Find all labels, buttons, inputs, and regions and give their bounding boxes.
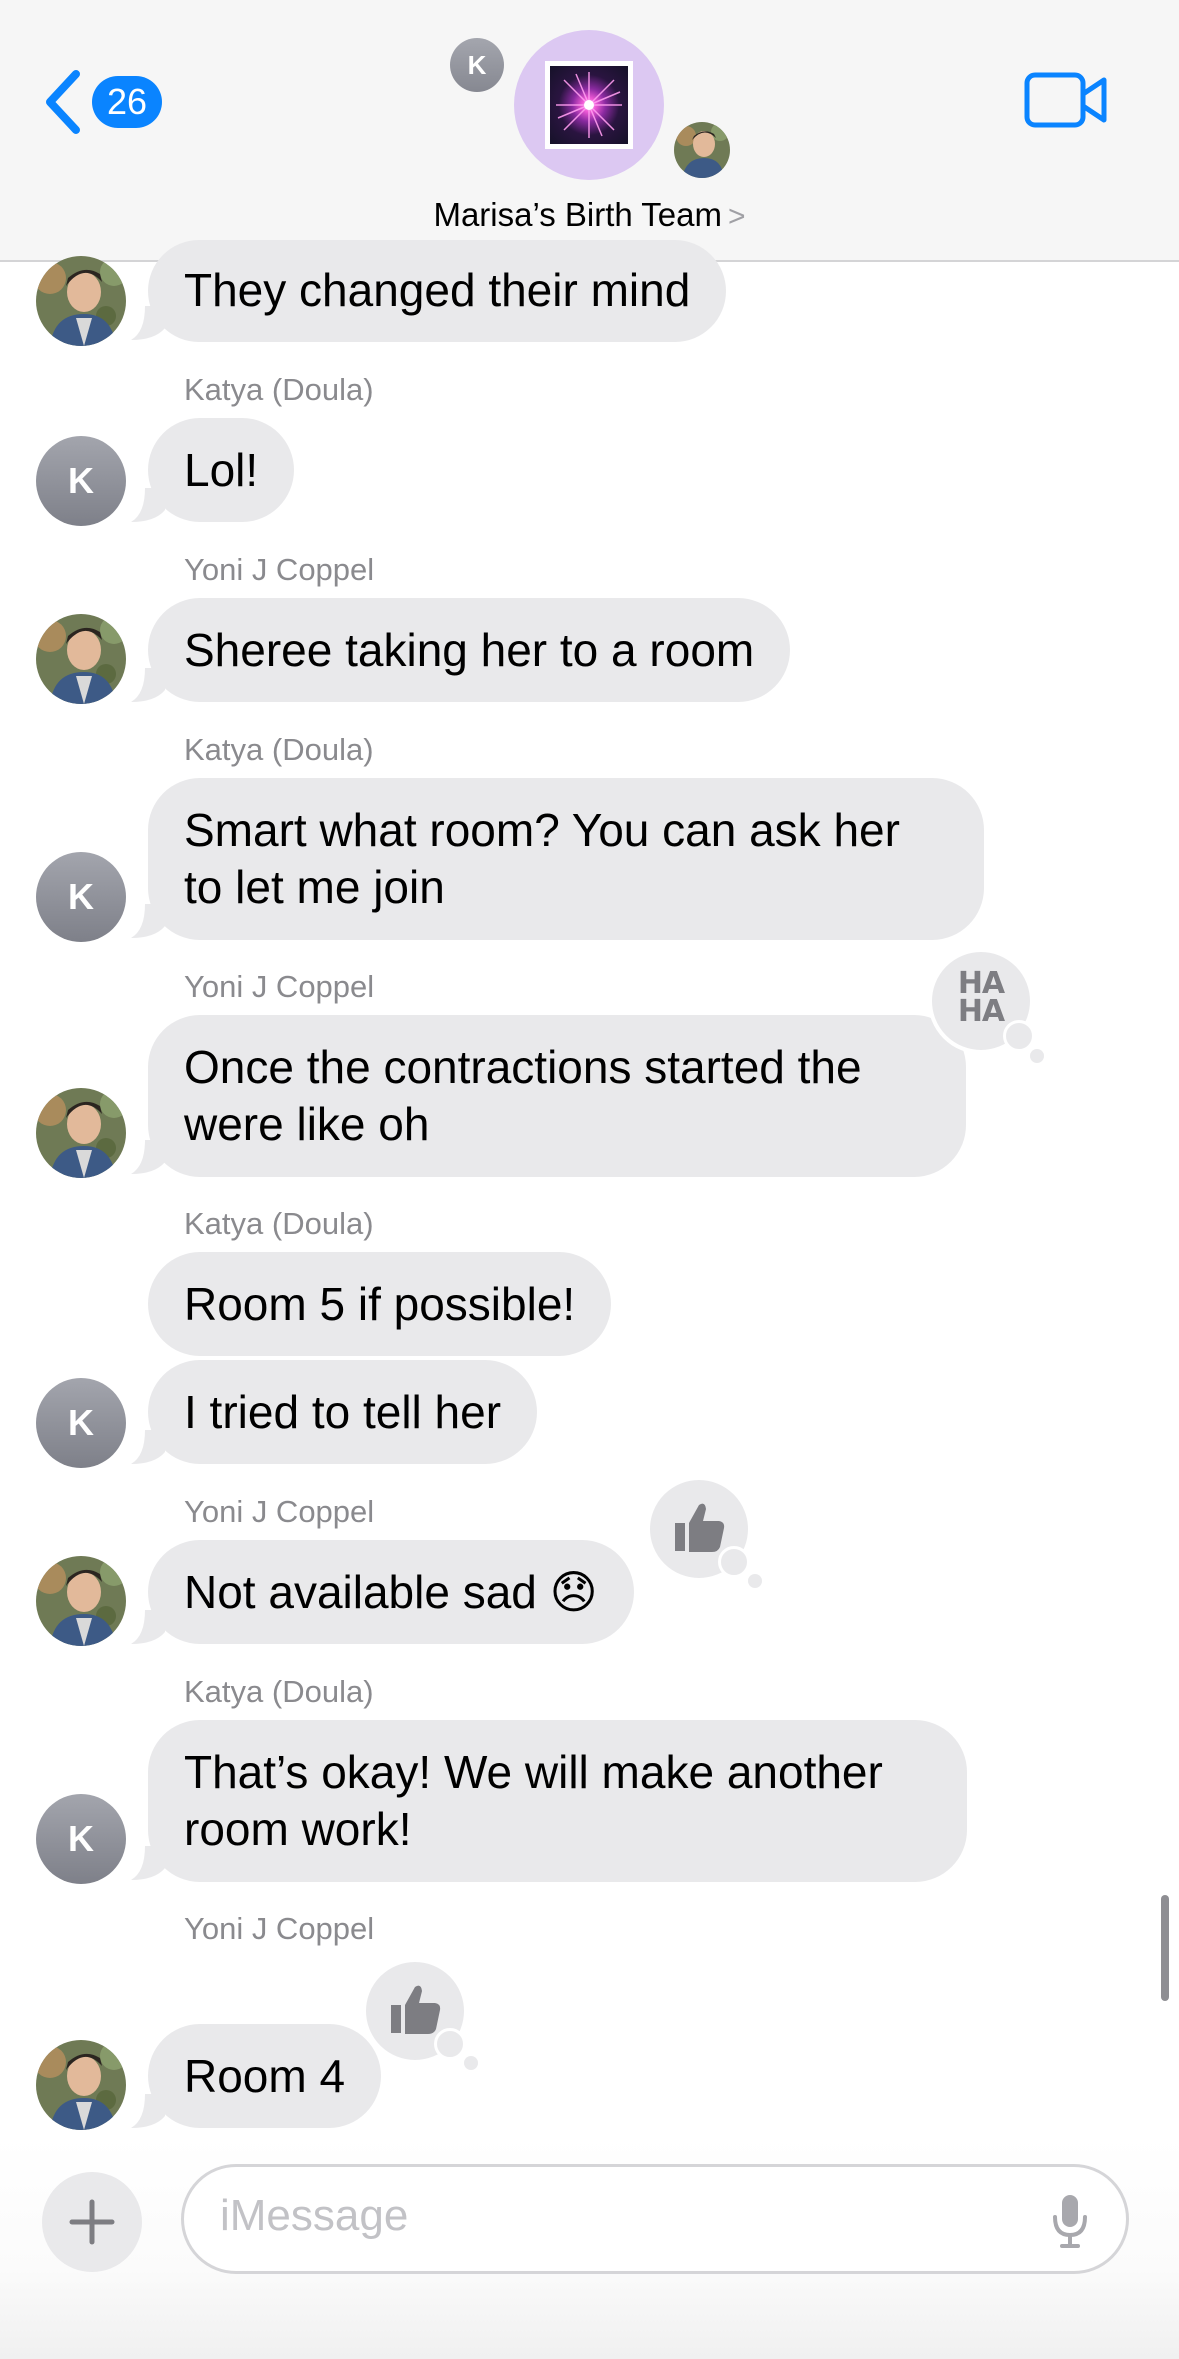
- sender-name: Yoni J Coppel: [184, 1911, 375, 1946]
- plus-icon: [69, 2199, 115, 2245]
- message-bubble[interactable]: That’s okay! We will make another room w…: [148, 1720, 967, 1882]
- message-bubble[interactable]: Room 5 if possible!: [148, 1252, 612, 1356]
- avatar-yoni[interactable]: [36, 1556, 126, 1646]
- thumbs-up-icon: [669, 1497, 729, 1557]
- avatar-katya[interactable]: K: [36, 1378, 126, 1468]
- message-bubble[interactable]: I tried to tell her: [148, 1360, 538, 1464]
- message-bubble[interactable]: Not available sad 😞: [148, 1540, 634, 1644]
- sender-name: Katya (Doula): [184, 1674, 374, 1709]
- sender-name: Katya (Doula): [184, 372, 374, 407]
- message-input[interactable]: iMessage: [181, 2164, 1129, 2274]
- sender-name: Yoni J Coppel: [184, 1494, 375, 1529]
- avatar-yoni[interactable]: [36, 614, 126, 704]
- video-camera-icon: [1024, 72, 1107, 128]
- unread-count-badge: 26: [92, 76, 162, 128]
- group-name[interactable]: Marisa’s Birth Team >: [0, 196, 1179, 234]
- chevron-left-icon: [46, 70, 80, 134]
- microphone-icon[interactable]: [1050, 2193, 1090, 2249]
- sender-name: Yoni J Coppel: [184, 969, 375, 1004]
- sender-name: Katya (Doula): [184, 1206, 374, 1241]
- avatar-katya[interactable]: K: [36, 436, 126, 526]
- group-photo: [545, 61, 633, 149]
- message-bubble[interactable]: Smart what room? You can ask her to let …: [148, 778, 984, 940]
- message-bubble[interactable]: Sheree taking her to a room: [148, 598, 791, 702]
- avatar-katya[interactable]: K: [36, 1794, 126, 1884]
- apps-button[interactable]: [42, 2172, 142, 2272]
- sender-name: Katya (Doula): [184, 732, 374, 767]
- video-call-button[interactable]: [1024, 70, 1108, 130]
- message-bubble[interactable]: Room 4: [148, 2024, 382, 2128]
- message-input-placeholder: iMessage: [220, 2191, 409, 2240]
- avatar-yoni[interactable]: [36, 2040, 126, 2130]
- scrollbar[interactable]: [1161, 1895, 1169, 2001]
- message-bubble[interactable]: Lol!: [148, 418, 295, 522]
- avatar-yoni[interactable]: [36, 1088, 126, 1178]
- avatar-katya[interactable]: K: [36, 852, 126, 942]
- member-avatar-photo: [672, 120, 732, 180]
- chevron-right-icon: >: [728, 200, 746, 233]
- conversation-header: 26 K Marisa’s Birth Team >: [0, 0, 1179, 262]
- back-button[interactable]: 26: [44, 66, 174, 138]
- avatar-yoni[interactable]: [36, 256, 126, 346]
- message-bubble[interactable]: They changed their mind: [148, 240, 727, 342]
- sender-name: Yoni J Coppel: [184, 552, 375, 587]
- compose-bar: iMessage: [0, 2136, 1179, 2359]
- group-avatar[interactable]: [514, 30, 664, 180]
- member-avatar-k: K: [450, 38, 504, 92]
- thumbs-up-icon: [385, 1979, 445, 2039]
- haha-icon: HA HA: [957, 966, 1005, 1029]
- message-bubble[interactable]: Once the contractions started the were l…: [148, 1015, 966, 1177]
